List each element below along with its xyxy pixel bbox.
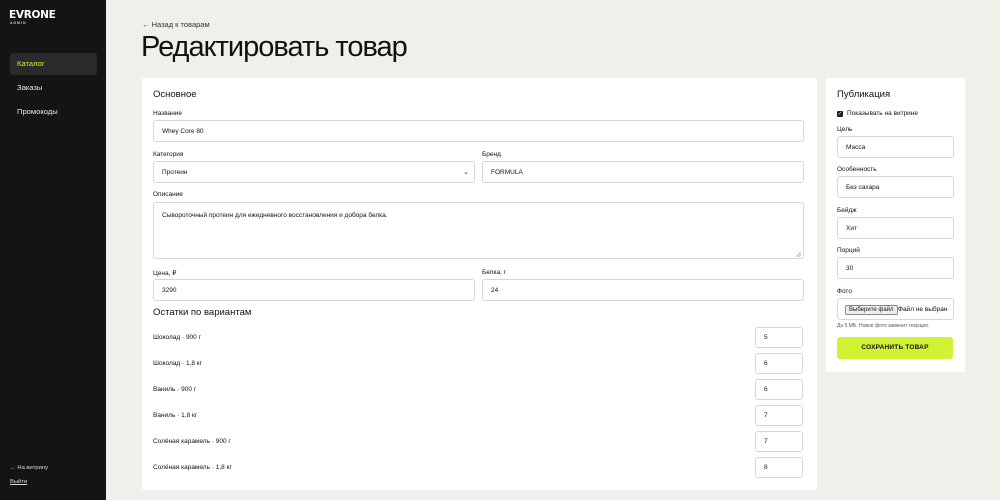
variant-qty-input[interactable]: 6 (755, 379, 803, 400)
page-title: Редактировать товар (141, 31, 408, 63)
brand-label: Бренд (482, 151, 501, 158)
section-title-basic: Основное (153, 89, 197, 100)
price-input[interactable]: 3290 (153, 279, 475, 301)
main-card: Основное Название Whey Core 80 Категория… (142, 78, 817, 490)
storefront-link[interactable]: ← На витрину (10, 465, 48, 471)
goal-input[interactable]: Масса (837, 136, 954, 158)
variant-qty-input[interactable]: 8 (755, 457, 803, 478)
variant-label: Ваниль · 900 г (153, 386, 197, 393)
sidebar: EVRONE ADMIN Каталог Заказы Промокоды ← … (0, 0, 106, 500)
price-label: Цена, ₽ (153, 270, 177, 277)
feature-label: Особенность (837, 166, 877, 173)
logo-subtitle: ADMIN (10, 21, 27, 25)
variant-label: Солёная карамель · 900 г (153, 438, 231, 445)
feature-input[interactable]: Без сахара (837, 176, 954, 198)
show-on-storefront-checkbox[interactable]: ✓ (837, 111, 843, 117)
variant-qty-input[interactable]: 6 (755, 353, 803, 374)
category-label: Категория (153, 151, 184, 158)
category-value: Протеин (162, 168, 188, 176)
category-select[interactable]: Протеин ⌄ (153, 161, 475, 183)
resize-handle-icon[interactable] (796, 252, 801, 257)
chevron-down-icon: ⌄ (463, 169, 469, 176)
brand-input[interactable]: FORMULA (482, 161, 804, 183)
name-input[interactable]: Whey Core 80 (153, 120, 804, 142)
variant-label: Ваниль · 1,8 кг (153, 412, 198, 419)
save-product-button[interactable]: СОХРАНИТЬ ТОВАР (837, 337, 953, 359)
photo-label: Фото (837, 288, 852, 295)
publication-card: Публикация ✓ Показывать на витрине Цель … (826, 78, 965, 372)
badge-label: Бейдж (837, 207, 857, 214)
variant-qty-input[interactable]: 5 (755, 327, 803, 348)
logo[interactable]: EVRONE (9, 10, 56, 21)
description-label: Описание (153, 191, 183, 198)
variant-qty-input[interactable]: 7 (755, 405, 803, 426)
servings-label: Порций (837, 247, 860, 254)
protein-label: Белка, г (482, 269, 507, 276)
file-status: Файл не выбран (898, 306, 948, 313)
back-link[interactable]: ← Назад к товарам (142, 20, 210, 29)
servings-input[interactable]: 30 (837, 257, 954, 279)
variant-label: Солёная карамель · 1,8 кг (153, 464, 232, 471)
show-on-storefront-label[interactable]: Показывать на витрине (847, 110, 918, 117)
choose-file-button[interactable]: Выберите файл (845, 305, 898, 315)
goal-label: Цель (837, 126, 853, 133)
variant-label: Шоколад · 1,8 кг (153, 360, 202, 367)
section-title-stock: Остатки по вариантам (153, 307, 252, 318)
variant-qty-input[interactable]: 7 (755, 431, 803, 452)
photo-file-input[interactable]: Выберите файл Файл не выбран (837, 298, 954, 320)
sidebar-item-orders[interactable]: Заказы (10, 77, 97, 99)
description-textarea[interactable]: Сывороточный протеин для ежедневного вос… (153, 202, 804, 259)
badge-input[interactable]: Хит (837, 217, 954, 239)
name-label: Название (153, 110, 183, 117)
sidebar-item-promocodes[interactable]: Промокоды (10, 101, 97, 123)
photo-hint: До 5 МБ. Новое фото заменит текущее. (837, 323, 930, 329)
description-value: Сывороточный протеин для ежедневного вос… (162, 212, 388, 219)
protein-input[interactable]: 24 (482, 279, 804, 301)
sidebar-item-catalog[interactable]: Каталог (10, 53, 97, 75)
logout-link[interactable]: Выйти (10, 479, 27, 485)
variant-label: Шоколад · 900 г (153, 334, 201, 341)
section-title-publication: Публикация (837, 89, 891, 100)
